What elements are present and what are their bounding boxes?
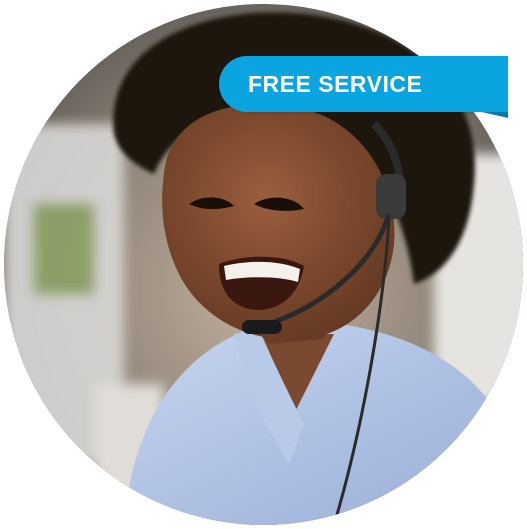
badge-fold-icon <box>482 112 508 118</box>
badge-fold-shape <box>482 112 508 118</box>
badge-label: FREE SERVICE <box>248 70 423 97</box>
free-service-badge: FREE SERVICE <box>219 56 508 112</box>
